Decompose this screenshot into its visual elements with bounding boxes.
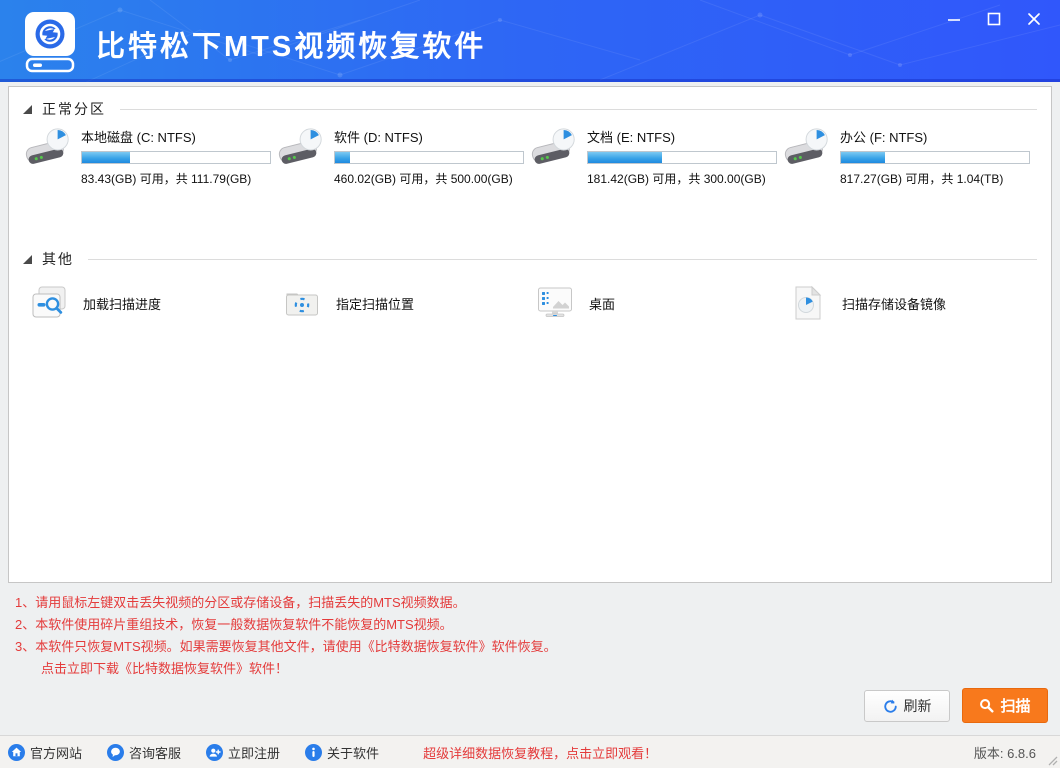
version-label: 版本: 6.8.6	[974, 743, 1036, 762]
partition-item-d[interactable]: 软件 (D: NTFS) 460.02(GB) 可用，共 500.00(GB)	[278, 121, 531, 191]
main-panel: 正常分区 本地磁盘 (C: NTFS) 83.43(GB) 可用，共 111.7…	[8, 86, 1052, 583]
load-scan-progress-item[interactable]: 加载扫描进度	[25, 279, 278, 327]
usage-bar-fill	[82, 152, 130, 163]
other-item-label: 加载扫描进度	[83, 294, 161, 313]
instruction-line-1: 1、请用鼠标左键双击丢失视频的分区或存储设备，扫描丢失的MTS视频数据。	[15, 592, 557, 614]
section-title: 其他	[42, 249, 74, 269]
partition-usage: 83.43(GB) 可用，共 111.79(GB)	[81, 170, 271, 187]
official-website-link[interactable]: 官方网站	[8, 743, 82, 762]
collapse-triangle-icon	[23, 255, 32, 264]
close-button[interactable]	[1016, 5, 1052, 33]
maximize-button[interactable]	[976, 5, 1012, 33]
other-item-label: 指定扫描位置	[336, 294, 414, 313]
minimize-icon	[947, 12, 961, 26]
scan-label: 扫描	[1000, 695, 1030, 716]
about-info-icon	[305, 744, 322, 761]
close-icon	[1027, 12, 1041, 26]
usage-bar	[81, 151, 271, 164]
instructions-block: 1、请用鼠标左键双击丢失视频的分区或存储设备，扫描丢失的MTS视频数据。 2、本…	[15, 592, 557, 680]
section-divider-line	[88, 259, 1037, 260]
tutorial-link[interactable]: 超级详细数据恢复教程，点击立即观看！	[423, 743, 657, 762]
partition-usage: 817.27(GB) 可用，共 1.04(TB)	[840, 170, 1030, 187]
footer-link-label: 咨询客服	[129, 743, 181, 762]
choose-scan-location-icon	[284, 285, 320, 321]
hard-drive-icon	[25, 127, 73, 171]
instruction-line-3: 3、本软件只恢复MTS视频。如果需要恢复其他文件，请使用《比特数据恢复软件》软件…	[15, 636, 557, 658]
partition-list: 本地磁盘 (C: NTFS) 83.43(GB) 可用，共 111.79(GB)…	[25, 121, 1037, 191]
about-software-link[interactable]: 关于软件	[305, 743, 379, 762]
register-icon	[206, 744, 223, 761]
choose-scan-location-item[interactable]: 指定扫描位置	[278, 279, 531, 327]
load-scan-progress-icon	[31, 285, 67, 321]
usage-bar-fill	[841, 152, 885, 163]
desktop-icon	[537, 285, 573, 321]
partition-name: 本地磁盘 (C: NTFS)	[81, 127, 271, 146]
maximize-icon	[987, 12, 1001, 26]
app-logo-drive-icon	[17, 8, 83, 74]
partition-name: 办公 (F: NTFS)	[840, 127, 1030, 146]
hard-drive-icon	[784, 127, 832, 171]
scan-button[interactable]: 扫描	[962, 688, 1048, 723]
status-bar: 官方网站 咨询客服 立即注册 关于软件	[0, 735, 1060, 768]
home-icon	[8, 744, 25, 761]
collapse-triangle-icon	[23, 105, 32, 114]
hard-drive-icon	[531, 127, 579, 171]
usage-bar	[587, 151, 777, 164]
refresh-icon	[883, 699, 898, 714]
partition-item-c[interactable]: 本地磁盘 (C: NTFS) 83.43(GB) 可用，共 111.79(GB)	[25, 121, 278, 191]
title-bar: 比特松下MTS视频恢复软件	[0, 0, 1060, 82]
hard-drive-icon	[278, 127, 326, 171]
partition-name: 软件 (D: NTFS)	[334, 127, 524, 146]
partition-usage: 460.02(GB) 可用，共 500.00(GB)	[334, 170, 524, 187]
partition-item-e[interactable]: 文档 (E: NTFS) 181.42(GB) 可用，共 300.00(GB)	[531, 121, 784, 191]
footer-link-label: 立即注册	[228, 743, 280, 762]
usage-bar-fill	[335, 152, 350, 163]
section-divider-line	[120, 109, 1037, 110]
instruction-line-2: 2、本软件使用碎片重组技术，恢复一般数据恢复软件不能恢复的MTS视频。	[15, 614, 557, 636]
usage-bar	[334, 151, 524, 164]
window-controls	[936, 5, 1052, 33]
partition-item-f[interactable]: 办公 (F: NTFS) 817.27(GB) 可用，共 1.04(TB)	[784, 121, 1037, 191]
refresh-label: 刷新	[904, 696, 932, 716]
footer-link-label: 关于软件	[327, 743, 379, 762]
footer-link-label: 官方网站	[30, 743, 82, 762]
partition-name: 文档 (E: NTFS)	[587, 127, 777, 146]
footer-links: 官方网站 咨询客服 立即注册 关于软件	[8, 743, 379, 762]
app-title: 比特松下MTS视频恢复软件	[96, 23, 486, 65]
customer-support-link[interactable]: 咨询客服	[107, 743, 181, 762]
disk-image-icon	[790, 285, 826, 321]
other-item-label: 扫描存储设备镜像	[842, 294, 946, 313]
resize-grip[interactable]	[1046, 754, 1058, 766]
minimize-button[interactable]	[936, 5, 972, 33]
other-item-label: 桌面	[589, 294, 615, 313]
scan-disk-image-item[interactable]: 扫描存储设备镜像	[784, 279, 1037, 327]
usage-bar-fill	[588, 152, 662, 163]
section-title: 正常分区	[42, 99, 106, 119]
section-header-others[interactable]: 其他	[23, 249, 1037, 269]
header-bottom-edge	[0, 79, 1060, 82]
download-software-link[interactable]: 点击立即下载《比特数据恢复软件》软件！	[15, 658, 557, 680]
section-header-partitions[interactable]: 正常分区	[23, 99, 1037, 119]
register-now-link[interactable]: 立即注册	[206, 743, 280, 762]
desktop-item[interactable]: 桌面	[531, 279, 784, 327]
support-icon	[107, 744, 124, 761]
usage-bar	[840, 151, 1030, 164]
partition-usage: 181.42(GB) 可用，共 300.00(GB)	[587, 170, 777, 187]
refresh-button[interactable]: 刷新	[864, 690, 950, 722]
others-list: 加载扫描进度 指定扫描位置	[25, 279, 1037, 327]
scan-magnifier-icon	[979, 698, 994, 713]
